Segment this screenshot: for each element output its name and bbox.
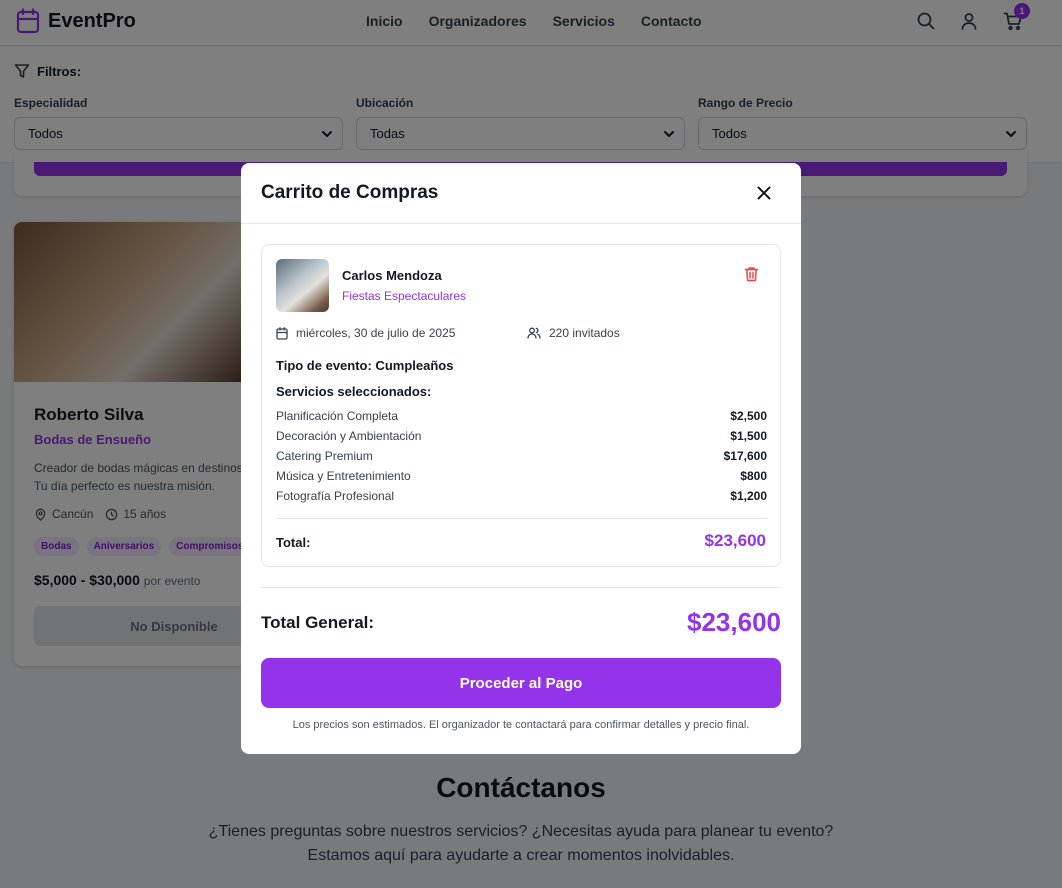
service-name: Fotografía Profesional xyxy=(276,489,395,503)
service-name: Planificación Completa xyxy=(276,409,399,423)
item-total-label: Total: xyxy=(276,535,311,550)
service-row: Catering Premium $17,600 xyxy=(276,449,767,469)
event-date: miércoles, 30 de julio de 2025 xyxy=(276,326,455,340)
item-organizer-name: Carlos Mendoza xyxy=(342,268,442,283)
users-icon xyxy=(527,327,541,339)
event-date-text: miércoles, 30 de julio de 2025 xyxy=(296,326,456,340)
remove-item-button[interactable] xyxy=(742,265,760,283)
service-price: $17,600 xyxy=(723,449,767,463)
guest-count: 220 invitados xyxy=(527,326,620,340)
service-price: $2,500 xyxy=(730,409,767,423)
price-disclaimer: Los precios son estimados. El organizado… xyxy=(292,719,750,731)
modal-header: Carrito de Compras xyxy=(241,163,801,224)
service-name: Catering Premium xyxy=(276,449,373,463)
grand-total-label: Total General: xyxy=(261,613,375,632)
service-row: Decoración y Ambientación $1,500 xyxy=(276,429,767,449)
grand-total-value: $23,600 xyxy=(687,607,781,637)
guest-count-text: 220 invitados xyxy=(549,326,620,340)
cart-item: Carlos Mendoza Fiestas Espectaculares mi… xyxy=(261,244,781,567)
service-row: Música y Entretenimiento $800 xyxy=(276,469,767,489)
service-row: Planificación Completa $2,500 xyxy=(276,409,767,429)
service-price: $800 xyxy=(740,469,767,483)
event-type: Tipo de evento: Cumpleaños xyxy=(276,358,454,373)
service-price: $1,500 xyxy=(730,429,767,443)
services-list: Planificación Completa $2,500 Decoración … xyxy=(276,409,767,509)
service-name: Música y Entretenimiento xyxy=(276,469,411,483)
item-company: Fiestas Espectaculares xyxy=(342,289,467,303)
service-row: Fotografía Profesional $1,200 xyxy=(276,489,767,509)
organizer-thumbnail xyxy=(276,259,329,312)
grand-total-divider xyxy=(261,587,781,588)
services-heading: Servicios seleccionados: xyxy=(276,384,432,399)
cart-modal: Carrito de Compras Carlos Mendoza Fiesta… xyxy=(241,163,801,754)
checkout-button[interactable]: Proceder al Pago xyxy=(261,658,781,708)
service-price: $1,200 xyxy=(730,489,767,503)
close-button[interactable] xyxy=(753,182,775,204)
calendar-icon xyxy=(276,326,288,340)
item-divider xyxy=(276,518,767,519)
modal-title: Carrito de Compras xyxy=(261,182,439,203)
service-name: Decoración y Ambientación xyxy=(276,429,422,443)
trash-icon xyxy=(744,267,758,282)
item-total-value: $23,600 xyxy=(704,531,766,550)
close-icon xyxy=(757,186,771,200)
